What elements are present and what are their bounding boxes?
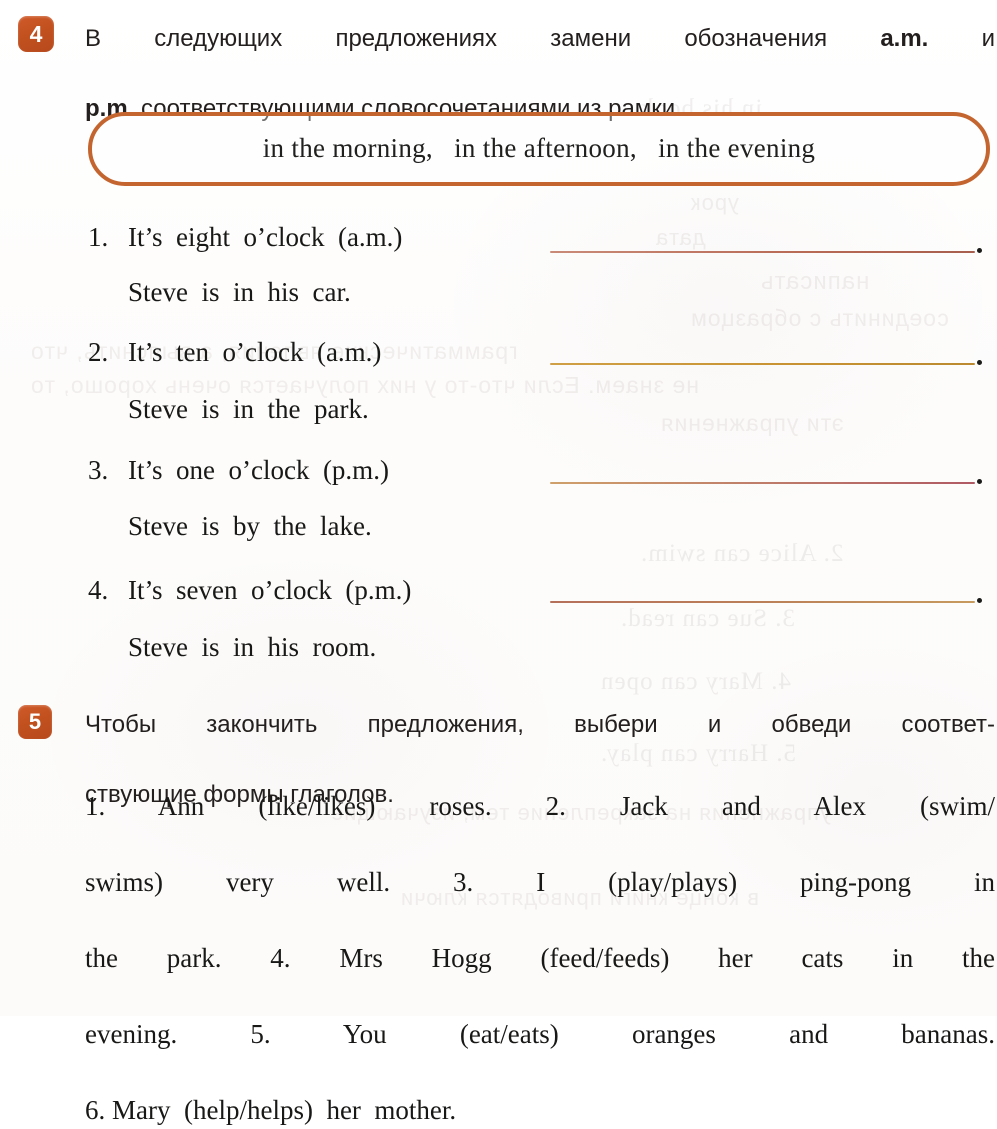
item-answer-sentence-4: Steve is in his room. xyxy=(128,632,377,662)
item-answer-sentence-1: Steve is in his car. xyxy=(128,277,351,307)
answer-blank-2[interactable] xyxy=(550,363,975,365)
item-number-3: 3. xyxy=(88,455,109,485)
exercise-number-badge-4: 4 xyxy=(18,16,54,52)
item-question-3: It’s one o’clock (p.m.) xyxy=(128,455,389,485)
item-number-2: 2. xyxy=(88,337,109,367)
answer-blank-3[interactable] xyxy=(550,482,975,484)
instruction-line-1: Чтобы закончить предложения, выбери и об… xyxy=(85,711,995,738)
item-answer-sentence-3: Steve is by the lake. xyxy=(128,511,372,541)
answer-blank-period-3 xyxy=(977,479,982,484)
item-answer-sentence-2: Steve is in the park. xyxy=(128,394,369,424)
abbr-am: a.m. xyxy=(880,25,929,52)
word-bank-box: in the morning, in the afternoon, in the… xyxy=(88,112,990,186)
exercise-number-badge-5: 5 xyxy=(18,705,52,739)
instruction-text-part: В следующих предложениях замени обозначе… xyxy=(85,25,881,52)
item-question-1: It’s eight o’clock (a.m.) xyxy=(128,222,403,252)
item-question-4: It’s seven o’clock (p.m.) xyxy=(128,575,412,605)
worksheet-page: 4 В следующих предложениях замени обозна… xyxy=(0,0,997,1125)
exercise5-body-line: evening. 5. You (eat/eats) oranges and b… xyxy=(85,1019,995,1049)
item-number-4: 4. xyxy=(88,575,109,605)
answer-blank-period-1 xyxy=(977,248,982,253)
answer-blank-period-4 xyxy=(977,598,982,603)
exercise5-sentences: 1. Ann (like/likes) roses. 2. Jack and A… xyxy=(85,787,995,1129)
instruction-text-part: и xyxy=(928,25,995,52)
exercise4-instruction: В следующих предложениях замени обозначе… xyxy=(85,21,995,126)
word-bank-options: in the morning, in the afternoon, in the… xyxy=(262,132,816,163)
item-number-1: 1. xyxy=(88,222,109,252)
item-question-2: It’s ten o’clock (a.m.) xyxy=(128,337,382,367)
exercise5-body-line: swims) very well. 3. I (play/plays) ping… xyxy=(85,867,995,897)
exercise5-body-line: the park. 4. Mrs Hogg (feed/feeds) her c… xyxy=(85,943,995,973)
instruction-line-1: В следующих предложениях замени обозначе… xyxy=(85,21,995,91)
answer-blank-1[interactable] xyxy=(550,251,975,253)
answer-blank-4[interactable] xyxy=(550,601,975,603)
answer-blank-period-2 xyxy=(977,360,982,365)
exercise5-body-line: 1. Ann (like/likes) roses. 2. Jack and A… xyxy=(85,791,995,821)
exercise5-body-line: 6. Mary (help/helps) her mother. xyxy=(85,1095,457,1125)
